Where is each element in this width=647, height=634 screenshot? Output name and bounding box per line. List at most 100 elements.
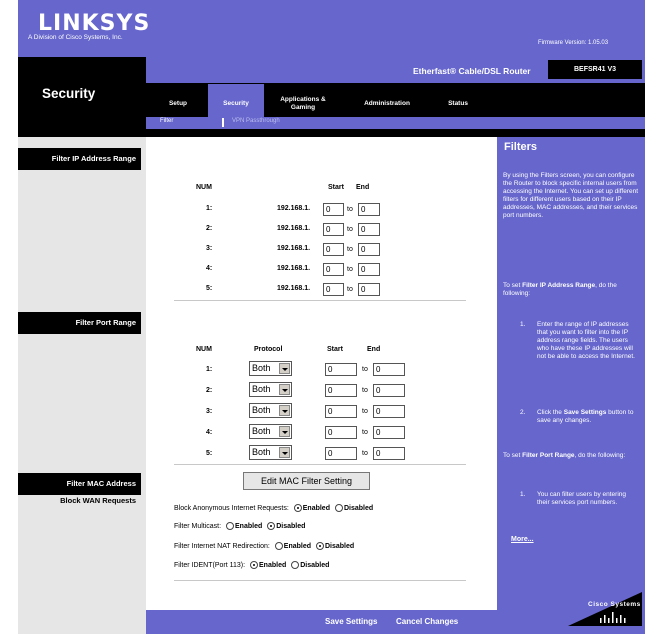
help-intro: By using the Filters screen, you can con… — [503, 172, 639, 219]
protocol-value: Both — [252, 363, 271, 373]
to-label: to — [347, 286, 353, 293]
radio-disabled[interactable] — [267, 522, 276, 530]
option-label: Filter Multicast: — [174, 522, 222, 530]
to-label: to — [362, 387, 368, 394]
radio-enabled[interactable] — [226, 522, 235, 530]
cancel-changes-button[interactable]: Cancel Changes — [396, 617, 458, 626]
to-label: to — [347, 226, 353, 233]
option-label: Filter Internet NAT Redirection: — [174, 542, 270, 550]
protocol-select[interactable]: Both — [249, 361, 292, 376]
option-filter-multicast: Filter Multicast: Enabled Disabled — [174, 522, 305, 530]
chevron-down-icon[interactable] — [279, 447, 290, 458]
ip-row-num: 3: — [206, 245, 213, 252]
radio-disabled[interactable] — [334, 504, 343, 512]
ip-header-start: Start — [328, 184, 344, 191]
cisco-text: Cisco Systems — [588, 601, 641, 608]
port-header-num: NUM — [196, 346, 212, 353]
help-title: Filters — [504, 141, 538, 153]
to-label: to — [362, 408, 368, 415]
help-text-bold: Filter IP Address Range — [522, 282, 596, 289]
tab-security[interactable]: Security — [208, 89, 264, 119]
radio-enabled[interactable] — [250, 561, 259, 569]
radio-disabled-label: Disabled — [276, 522, 306, 530]
edit-mac-filter-button[interactable]: Edit MAC Filter Setting — [243, 472, 370, 490]
help-text-fragment: , do the following: — [574, 452, 626, 459]
protocol-select[interactable]: Both — [249, 445, 292, 460]
ip-header-end: End — [356, 184, 370, 191]
chevron-down-icon[interactable] — [279, 426, 290, 437]
chevron-down-icon[interactable] — [279, 405, 290, 416]
subtab-vpn-passthrough[interactable]: VPN Passthrough — [232, 118, 280, 124]
linksys-logo: LINKSYS — [38, 11, 151, 36]
tab-administration[interactable]: Administration — [346, 89, 428, 119]
tab-setup[interactable]: Setup — [150, 89, 206, 119]
option-label: Filter IDENT(Port 113): — [174, 561, 246, 569]
chevron-down-icon[interactable] — [279, 363, 290, 374]
port-row-num: 5: — [206, 450, 213, 457]
label-filter-mac: Filter MAC Address — [18, 473, 141, 495]
ip-start-input[interactable]: 0 — [323, 223, 344, 236]
protocol-select[interactable]: Both — [249, 424, 292, 439]
port-start-input[interactable]: 0 — [325, 384, 357, 397]
more-link[interactable]: More... — [511, 536, 534, 544]
to-label: to — [347, 206, 353, 213]
radio-enabled[interactable] — [274, 542, 283, 550]
radio-disabled[interactable] — [291, 561, 300, 569]
port-end-input[interactable]: 0 — [373, 363, 405, 376]
port-end-input[interactable]: 0 — [373, 426, 405, 439]
protocol-select[interactable]: Both — [249, 382, 292, 397]
ip-end-input[interactable]: 0 — [358, 243, 380, 256]
left-column — [18, 137, 146, 634]
ip-start-input[interactable]: 0 — [323, 263, 344, 276]
protocol-value: Both — [252, 426, 271, 436]
ip-start-input[interactable]: 0 — [323, 203, 344, 216]
option-filter-ident: Filter IDENT(Port 113): Enabled Disabled — [174, 561, 329, 569]
save-settings-button[interactable]: Save Settings — [325, 617, 377, 626]
help-text-bold: Filter Port Range — [522, 452, 575, 459]
chevron-down-icon[interactable] — [279, 384, 290, 395]
ip-prefix: 192.168.1. — [277, 245, 311, 252]
to-label: to — [362, 366, 368, 373]
tab-status[interactable]: Status — [436, 89, 480, 119]
port-row-num: 1: — [206, 366, 213, 373]
ip-row-num: 1: — [206, 205, 213, 212]
ip-end-input[interactable]: 0 — [358, 263, 380, 276]
ip-prefix: 192.168.1. — [277, 225, 311, 232]
help-text-fragment: Click the — [537, 409, 564, 416]
port-end-input[interactable]: 0 — [373, 384, 405, 397]
option-label: Block Anonymous Internet Requests: — [174, 504, 289, 512]
port-header-end: End — [367, 346, 381, 353]
radio-disabled[interactable] — [315, 542, 324, 550]
ip-header-num: NUM — [196, 184, 212, 191]
label-filter-port-range: Filter Port Range — [18, 312, 141, 334]
help-port-heading: To set Filter Port Range, do the followi… — [503, 452, 640, 460]
section-divider — [174, 300, 466, 301]
radio-enabled-label: Enabled — [283, 542, 312, 550]
radio-enabled-label: Enabled — [302, 504, 330, 512]
ip-end-input[interactable]: 0 — [358, 203, 380, 216]
protocol-value: Both — [252, 447, 271, 457]
ip-start-input[interactable]: 0 — [323, 243, 344, 256]
help-text-fragment: To set — [503, 282, 523, 289]
port-start-input[interactable]: 0 — [325, 426, 357, 439]
port-row-num: 2: — [206, 387, 213, 394]
port-header-start: Start — [327, 346, 343, 353]
label-block-wan: Block WAN Requests — [60, 496, 136, 505]
help-step-number: 1. — [520, 321, 526, 328]
subtab-filter[interactable]: Filter — [160, 118, 173, 124]
tab-applications-gaming[interactable]: Applications & Gaming — [272, 89, 334, 119]
ip-end-input[interactable]: 0 — [358, 283, 380, 296]
radio-disabled-label: Disabled — [343, 504, 374, 512]
ip-end-input[interactable]: 0 — [358, 223, 380, 236]
help-text-bold: Save Settings — [563, 409, 607, 416]
port-end-input[interactable]: 0 — [373, 405, 405, 418]
port-start-input[interactable]: 0 — [325, 447, 357, 460]
ip-start-input[interactable]: 0 — [323, 283, 344, 296]
port-end-input[interactable]: 0 — [373, 447, 405, 460]
page-title: Security — [42, 86, 96, 101]
help-step-number: 2. — [520, 409, 526, 416]
port-start-input[interactable]: 0 — [325, 363, 357, 376]
port-start-input[interactable]: 0 — [325, 405, 357, 418]
protocol-select[interactable]: Both — [249, 403, 292, 418]
radio-enabled[interactable] — [293, 504, 302, 512]
